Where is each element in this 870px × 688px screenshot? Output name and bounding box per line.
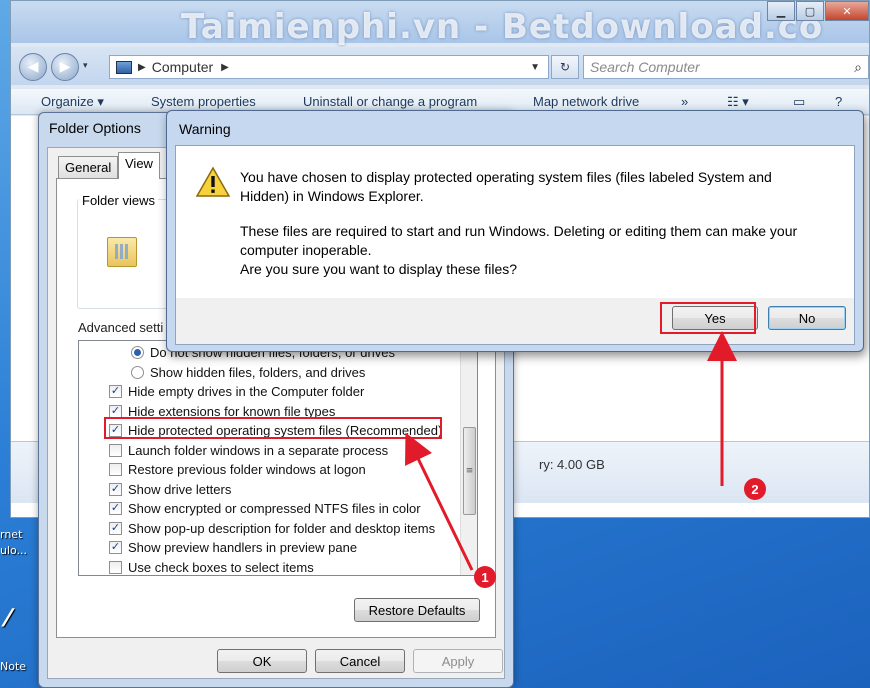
arrow-1 bbox=[405, 432, 474, 571]
annotation-arrows bbox=[405, 331, 737, 571]
tab-view[interactable]: View bbox=[118, 152, 160, 179]
step-badge-1: 1 bbox=[474, 566, 496, 588]
step-badge-2: 2 bbox=[744, 478, 766, 500]
